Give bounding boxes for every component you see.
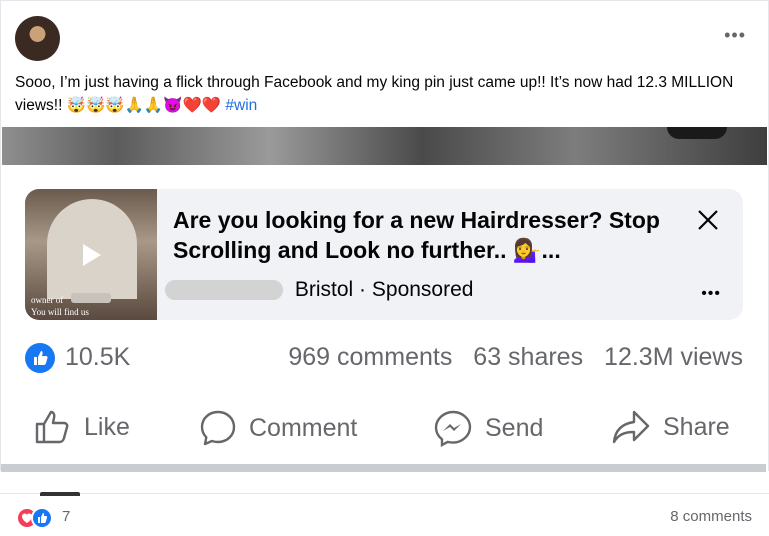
share-button[interactable]: Share xyxy=(611,409,730,445)
post-body: Sooo, I’m just having a flick through Fa… xyxy=(15,74,734,114)
reel-meta: Bristol · Sponsored xyxy=(165,278,473,302)
reaction-count[interactable]: 7 xyxy=(62,508,70,525)
reel-thumbnail[interactable]: owner of You will find us xyxy=(25,189,157,320)
next-post-avatar-edge xyxy=(40,492,80,496)
reel-location: Bristol xyxy=(294,278,354,301)
comment-icon xyxy=(200,410,236,446)
sponsored-label[interactable]: Sponsored xyxy=(372,278,474,301)
reel-title[interactable]: Are you looking for a new Hairdresser? S… xyxy=(173,205,693,265)
like-reaction-icon[interactable] xyxy=(31,507,53,529)
thumbnail-caption-2: You will find us xyxy=(31,307,89,317)
thumbs-up-icon xyxy=(35,410,69,444)
meta-separator: · xyxy=(359,278,367,301)
view-count: 12.3M views xyxy=(604,343,743,371)
media-shape xyxy=(667,127,727,139)
send-label: Send xyxy=(485,413,544,442)
comment-label: Comment xyxy=(249,413,358,442)
engagement-stats: 10.5K 969 comments 63 shares 12.3M views xyxy=(25,341,743,377)
send-button[interactable]: Send xyxy=(433,409,543,447)
advertiser-name-redacted xyxy=(165,280,283,301)
media-strip[interactable] xyxy=(2,127,767,165)
share-icon xyxy=(612,410,650,444)
stats-right: 969 comments 63 shares 12.3M views xyxy=(274,343,743,372)
comment-button[interactable]: Comment xyxy=(199,409,357,447)
comment-count[interactable]: 969 comments xyxy=(288,343,452,371)
post-text: Sooo, I’m just having a flick through Fa… xyxy=(15,71,745,117)
like-button[interactable]: Like xyxy=(34,409,130,445)
like-reaction-icon[interactable] xyxy=(25,343,55,373)
like-count[interactable]: 10.5K xyxy=(65,343,130,372)
messenger-icon xyxy=(434,410,472,447)
next-post-footer: 7 8 comments xyxy=(0,492,769,536)
like-label: Like xyxy=(84,412,130,441)
play-icon[interactable] xyxy=(83,244,101,266)
hashtag-link[interactable]: #win xyxy=(225,97,257,114)
thumbnail-caption-redacted xyxy=(71,293,111,303)
share-label: Share xyxy=(663,412,730,441)
share-count[interactable]: 63 shares xyxy=(473,343,583,371)
avatar[interactable] xyxy=(15,16,60,61)
thumbnail-caption-1: owner of xyxy=(31,295,64,305)
action-bar: Like Comment Send Share xyxy=(1,401,768,457)
more-icon[interactable]: ••• xyxy=(701,285,721,303)
post-card: ••• Sooo, I’m just having a flick throug… xyxy=(0,0,769,471)
post-divider xyxy=(1,464,766,472)
close-icon[interactable] xyxy=(695,207,721,233)
comment-count-link[interactable]: 8 comments xyxy=(670,508,752,525)
more-icon[interactable]: ••• xyxy=(724,25,746,46)
sponsored-reel-card[interactable]: owner of You will find us Are you lookin… xyxy=(25,189,743,320)
